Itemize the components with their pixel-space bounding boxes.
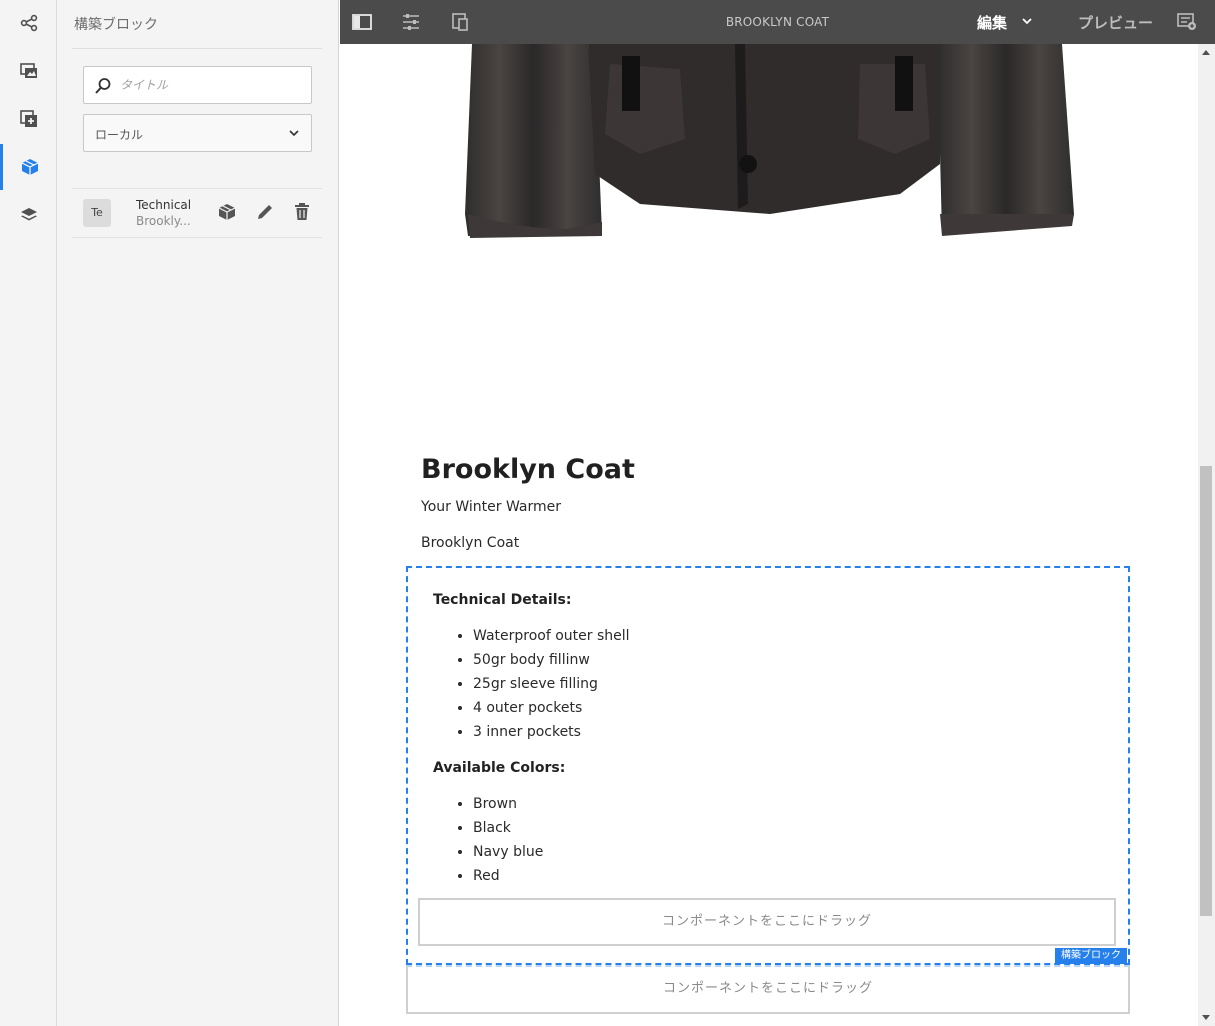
building-block-container[interactable]: Technical Details: Waterproof outer shel… [406,566,1130,965]
divider [72,237,322,238]
assets-icon [19,63,37,78]
list-item: Navy blue [473,840,543,864]
building-blocks-button[interactable] [0,144,57,190]
coat-image[interactable] [340,44,1198,244]
trash-icon [295,203,309,220]
annotation-icon [1177,13,1196,30]
list-item: Red [473,864,543,888]
colors-list: Brown Black Navy blue Red [473,792,543,888]
available-colors-heading: Available Colors: [433,760,566,776]
chevron-down-icon [289,130,299,137]
sliders-icon [403,14,419,30]
item-subtitle: Brookly... [136,214,191,228]
technical-details-list: Waterproof outer shell 50gr body fillinw… [473,624,630,744]
page-dropzone[interactable]: コンポーネントをここにドラッグ [406,965,1130,1014]
text-component[interactable]: Brooklyn Coat [421,535,519,551]
scroll-down-arrow[interactable] [1202,1015,1210,1020]
list-item: Black [473,816,543,840]
page-canvas: Brooklyn Coat Your Winter Warmer Brookly… [340,44,1198,1026]
annotations-button[interactable] [1176,12,1198,32]
preview-button[interactable]: プレビュー [1078,12,1153,33]
list-item: 4 outer pockets [473,696,630,720]
share-button[interactable] [0,0,57,46]
components-icon [19,110,37,127]
emulator-button[interactable] [449,12,471,32]
components-button[interactable] [0,96,57,142]
filter-select[interactable]: ローカル [83,114,312,152]
delete-button[interactable] [292,202,312,222]
vertical-scrollbar[interactable] [1198,44,1215,1026]
filter-selected-value: ローカル [95,128,144,142]
left-rail [0,0,57,1026]
item-thumbnail: Te [83,199,111,227]
list-item: Brown [473,792,543,816]
share-icon [20,14,37,32]
building-blocks-icon [21,159,39,175]
list-item: 25gr sleeve filling [473,672,630,696]
building-blocks-panel: 構築ブロック ローカル Te Technical Brookly... [57,0,339,1026]
divider [72,188,322,189]
list-item: 50gr body fillinw [473,648,630,672]
page-subtitle[interactable]: Your Winter Warmer [421,499,561,515]
building-block-tag: 構築ブロック [1055,948,1127,964]
building-block-icon [218,204,236,220]
assets-button[interactable] [0,48,57,94]
list-item: 3 inner pockets [473,720,630,744]
panel-title: 構築ブロック [74,17,158,33]
scroll-up-arrow[interactable] [1202,50,1210,55]
layers-button[interactable] [0,192,57,238]
search-icon [95,78,111,94]
insert-block-button[interactable] [217,202,237,222]
chevron-down-icon[interactable] [1022,17,1032,25]
component-dropzone[interactable]: コンポーネントをここにドラッグ [418,898,1116,946]
toggle-side-panel-button[interactable] [351,12,373,32]
side-panel-icon [352,14,372,30]
item-title: Technical [136,198,192,212]
technical-details-heading: Technical Details: [433,592,572,608]
page-properties-button[interactable] [400,12,422,32]
editor-toolbar: BROOKLYN COAT 編集 プレビュー [340,0,1215,44]
page-heading[interactable]: Brooklyn Coat [421,454,635,485]
list-item: Waterproof outer shell [473,624,630,648]
search-field[interactable] [83,66,312,104]
mode-selector[interactable]: 編集 [977,12,1007,33]
pencil-icon [258,205,272,219]
divider [72,48,322,49]
search-input[interactable] [120,75,300,95]
edit-button[interactable] [255,202,275,222]
layers-icon [20,208,37,221]
devices-icon [452,13,468,31]
scroll-thumb[interactable] [1200,466,1212,916]
